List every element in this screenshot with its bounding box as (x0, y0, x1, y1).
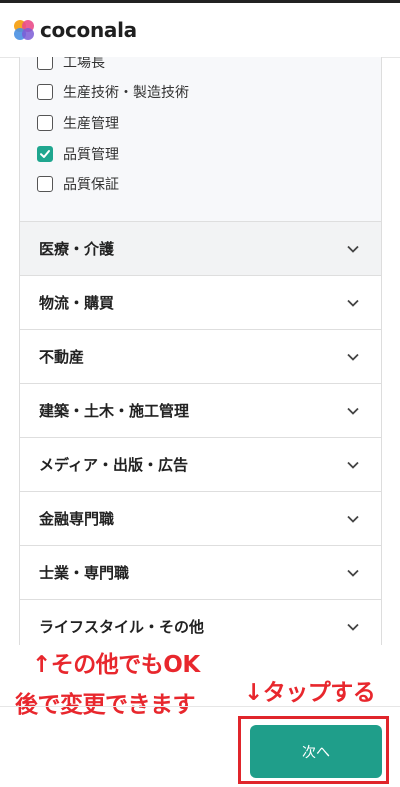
checkmark-icon (40, 150, 50, 158)
checkbox-checked[interactable] (37, 146, 53, 162)
chevron-down-icon (347, 407, 359, 415)
category-label: 医療・介護 (39, 240, 115, 258)
checkbox[interactable] (37, 57, 53, 70)
category-panel: 工場長 生産技術・製造技術 生産管理 品質管理 品質保証 医療・介護 物流・購買 (19, 57, 382, 645)
chevron-down-icon (347, 623, 359, 631)
coconala-logo-icon (14, 20, 34, 40)
category-label: 建築・土木・施工管理 (39, 402, 190, 420)
chevron-down-icon (347, 515, 359, 523)
annotation-tap: ↓タップする (244, 680, 376, 706)
category-medical-care[interactable]: 医療・介護 (20, 222, 381, 276)
category-label: 金融専門職 (39, 510, 115, 528)
annotation-other-ok: ↑その他でもOK (32, 652, 200, 678)
checkbox-label: 品質管理 (63, 147, 119, 163)
category-construction[interactable]: 建築・土木・施工管理 (20, 384, 381, 438)
checkbox-item-factory-manager[interactable]: 工場長 (37, 57, 105, 73)
chevron-down-icon (347, 245, 359, 253)
checkbox-label: 生産技術・製造技術 (63, 85, 189, 101)
category-lifestyle-other[interactable]: ライフスタイル・その他 (20, 600, 381, 645)
category-real-estate[interactable]: 不動産 (20, 330, 381, 384)
checkbox-label: 工場長 (63, 57, 105, 71)
subcategory-checklist: 工場長 生産技術・製造技術 生産管理 品質管理 品質保証 (20, 57, 381, 222)
category-label: ライフスタイル・その他 (39, 618, 205, 636)
checkbox[interactable] (37, 84, 53, 100)
next-button[interactable]: 次へ (250, 725, 382, 778)
annotation-change-later: 後で変更できます (15, 692, 196, 718)
chevron-down-icon (347, 461, 359, 469)
category-professional[interactable]: 士業・専門職 (20, 546, 381, 600)
category-media-publishing[interactable]: メディア・出版・広告 (20, 438, 381, 492)
chevron-down-icon (347, 299, 359, 307)
category-logistics-purchasing[interactable]: 物流・購買 (20, 276, 381, 330)
checkbox-label: 生産管理 (63, 116, 119, 132)
footer-divider (0, 706, 400, 707)
category-finance[interactable]: 金融専門職 (20, 492, 381, 546)
category-label: 不動産 (39, 348, 85, 366)
chevron-down-icon (347, 353, 359, 361)
checkbox[interactable] (37, 115, 53, 131)
category-label: メディア・出版・広告 (39, 456, 188, 474)
app-header: coconala (0, 3, 400, 58)
checkbox-item-quality-assurance[interactable]: 品質保証 (37, 173, 119, 195)
checkbox-item-production-engineering[interactable]: 生産技術・製造技術 (37, 81, 189, 103)
checkbox[interactable] (37, 176, 53, 192)
checkbox-item-quality-control[interactable]: 品質管理 (37, 143, 119, 165)
logo[interactable]: coconala (13, 18, 137, 42)
chevron-down-icon (347, 569, 359, 577)
category-label: 士業・専門職 (39, 564, 130, 582)
checkbox-label: 品質保証 (63, 177, 119, 193)
logo-text: coconala (40, 18, 137, 42)
category-label: 物流・購買 (39, 294, 115, 312)
checkbox-item-production-management[interactable]: 生産管理 (37, 112, 119, 134)
